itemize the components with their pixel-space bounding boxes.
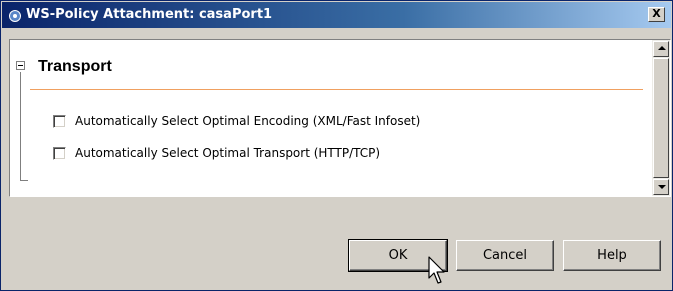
tree-corner — [20, 180, 28, 181]
policy-panel: Transport Automatically Select Optimal E… — [9, 39, 671, 197]
collapse-icon[interactable] — [16, 61, 25, 70]
option-transport[interactable]: Automatically Select Optimal Transport (… — [53, 144, 380, 162]
section-title: Transport — [38, 58, 112, 75]
cancel-button[interactable]: Cancel — [456, 240, 554, 271]
vertical-scrollbar[interactable] — [652, 40, 670, 196]
option-label: Automatically Select Optimal Encoding (X… — [75, 114, 421, 128]
transport-checkbox[interactable] — [53, 146, 66, 160]
mouse-cursor-icon — [427, 256, 451, 286]
section-divider — [30, 89, 643, 90]
scrollbar-thumb[interactable] — [653, 58, 669, 178]
panel-content: Transport Automatically Select Optimal E… — [10, 40, 644, 196]
close-button[interactable]: X — [648, 7, 665, 22]
help-button[interactable]: Help — [563, 240, 661, 271]
arrow-down-icon — [658, 185, 666, 189]
option-label: Automatically Select Optimal Transport (… — [75, 146, 381, 160]
scroll-up-button[interactable] — [653, 41, 669, 57]
option-encoding[interactable]: Automatically Select Optimal Encoding (X… — [53, 112, 420, 130]
title-bar[interactable]: WS-Policy Attachment: casaPort1 X — [2, 2, 671, 28]
app-gear-icon — [8, 8, 22, 22]
tree-line — [20, 72, 21, 180]
window-title: WS-Policy Attachment: casaPort1 — [26, 7, 273, 22]
scroll-down-button[interactable] — [653, 179, 669, 195]
arrow-up-icon — [658, 46, 666, 50]
encoding-checkbox[interactable] — [53, 114, 66, 128]
dialog-window: WS-Policy Attachment: casaPort1 X Transp… — [0, 0, 673, 291]
